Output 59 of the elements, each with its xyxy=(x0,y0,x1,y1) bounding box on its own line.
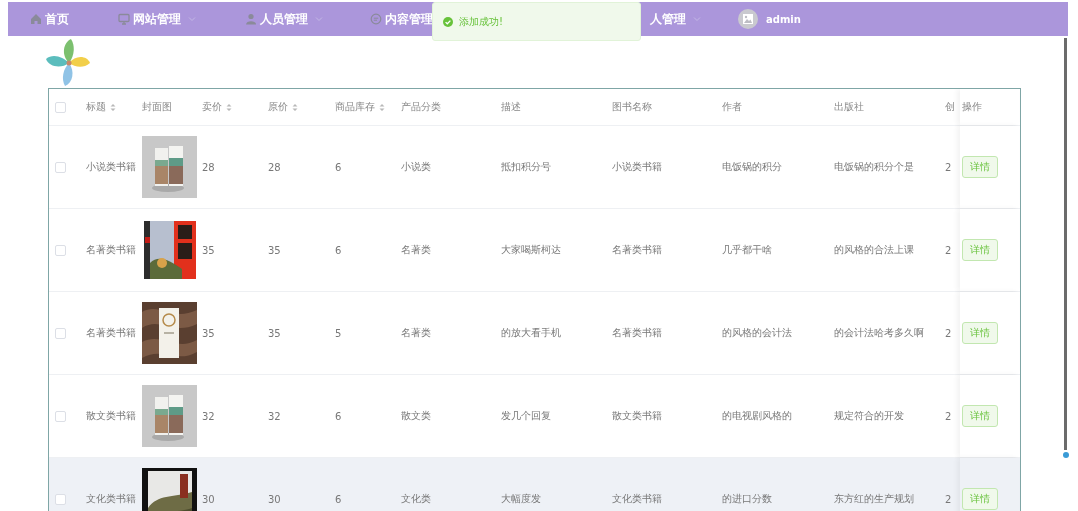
table-cell: 28 xyxy=(202,161,215,173)
table-cell: 名著类书籍 xyxy=(612,326,662,340)
table-cell: 2 xyxy=(945,244,952,256)
table-cell: 35 xyxy=(268,327,281,339)
table-cell: 东方红的生产规划 xyxy=(834,492,914,506)
table-cell: 32 xyxy=(268,410,281,422)
table-cell: 电饭锅的积分 xyxy=(722,160,782,174)
table-cell: 的风格的会计法 xyxy=(722,326,792,340)
table-cell: 几乎都干啥 xyxy=(722,243,772,257)
table-cell: 散文类书籍 xyxy=(86,409,136,423)
table-cell: 电饭锅的积分个是 xyxy=(834,160,914,174)
table-cell: 2 xyxy=(945,327,952,339)
table-cell: 名著类 xyxy=(401,243,431,257)
table-cell: 小说类 xyxy=(401,160,431,174)
table-cell: 30 xyxy=(268,493,281,505)
table-cell: 6 xyxy=(335,244,342,256)
table-cell: 6 xyxy=(335,161,342,173)
table-cell: 5 xyxy=(335,327,342,339)
table-cell: 发几个回复 xyxy=(501,409,551,423)
table-cell: 28 xyxy=(268,161,281,173)
table-cell: 2 xyxy=(945,493,952,505)
table-cell: 35 xyxy=(202,327,215,339)
table-cell: 散文类书籍 xyxy=(612,409,662,423)
table-cell: 的风格的合法上课 xyxy=(834,243,914,257)
table-cell: 抵扣积分号 xyxy=(501,160,551,174)
column-header: 描述 xyxy=(501,100,521,114)
table-cell: 的放大看手机 xyxy=(501,326,561,340)
column-header: 图书名称 xyxy=(612,100,652,114)
table-cell: 规定符合的开发 xyxy=(834,409,904,423)
column-header: 产品分类 xyxy=(401,100,441,114)
column-header: 作者 xyxy=(722,100,742,114)
table-cell: 的进口分数 xyxy=(722,492,772,506)
column-header: 操作 xyxy=(962,100,982,114)
table-cell: 文化类书籍 xyxy=(612,492,662,506)
table-cell: 35 xyxy=(268,244,281,256)
table-cell: 6 xyxy=(335,493,342,505)
table-cell: 2 xyxy=(945,161,952,173)
table-cell: 2 xyxy=(945,410,952,422)
table-cell: 小说类书籍 xyxy=(86,160,136,174)
column-header: 出版社 xyxy=(834,100,864,114)
table-cell: 大家喝斯柯达 xyxy=(501,243,561,257)
table-cell: 小说类书籍 xyxy=(612,160,662,174)
table-cell: 名著类 xyxy=(401,326,431,340)
table-cell: 名著类书籍 xyxy=(86,326,136,340)
table-cell: 散文类 xyxy=(401,409,431,423)
table-cell: 6 xyxy=(335,410,342,422)
table-cell: 大幅度发 xyxy=(501,492,541,506)
table-cell: 名著类书籍 xyxy=(612,243,662,257)
table-cell: 30 xyxy=(202,493,215,505)
toast-message: 添加成功! xyxy=(459,14,503,29)
table-cell: 32 xyxy=(202,410,215,422)
table-cell: 的会计法哈考多久啊 xyxy=(834,326,924,340)
table-cell: 35 xyxy=(202,244,215,256)
column-header: 创 xyxy=(945,100,955,114)
table-cell: 名著类书籍 xyxy=(86,243,136,257)
table-cell: 文化类书籍 xyxy=(86,492,136,506)
column-header: 封面图 xyxy=(142,100,172,114)
table-cell: 的电视剧风格的 xyxy=(722,409,792,423)
table-cell: 文化类 xyxy=(401,492,431,506)
